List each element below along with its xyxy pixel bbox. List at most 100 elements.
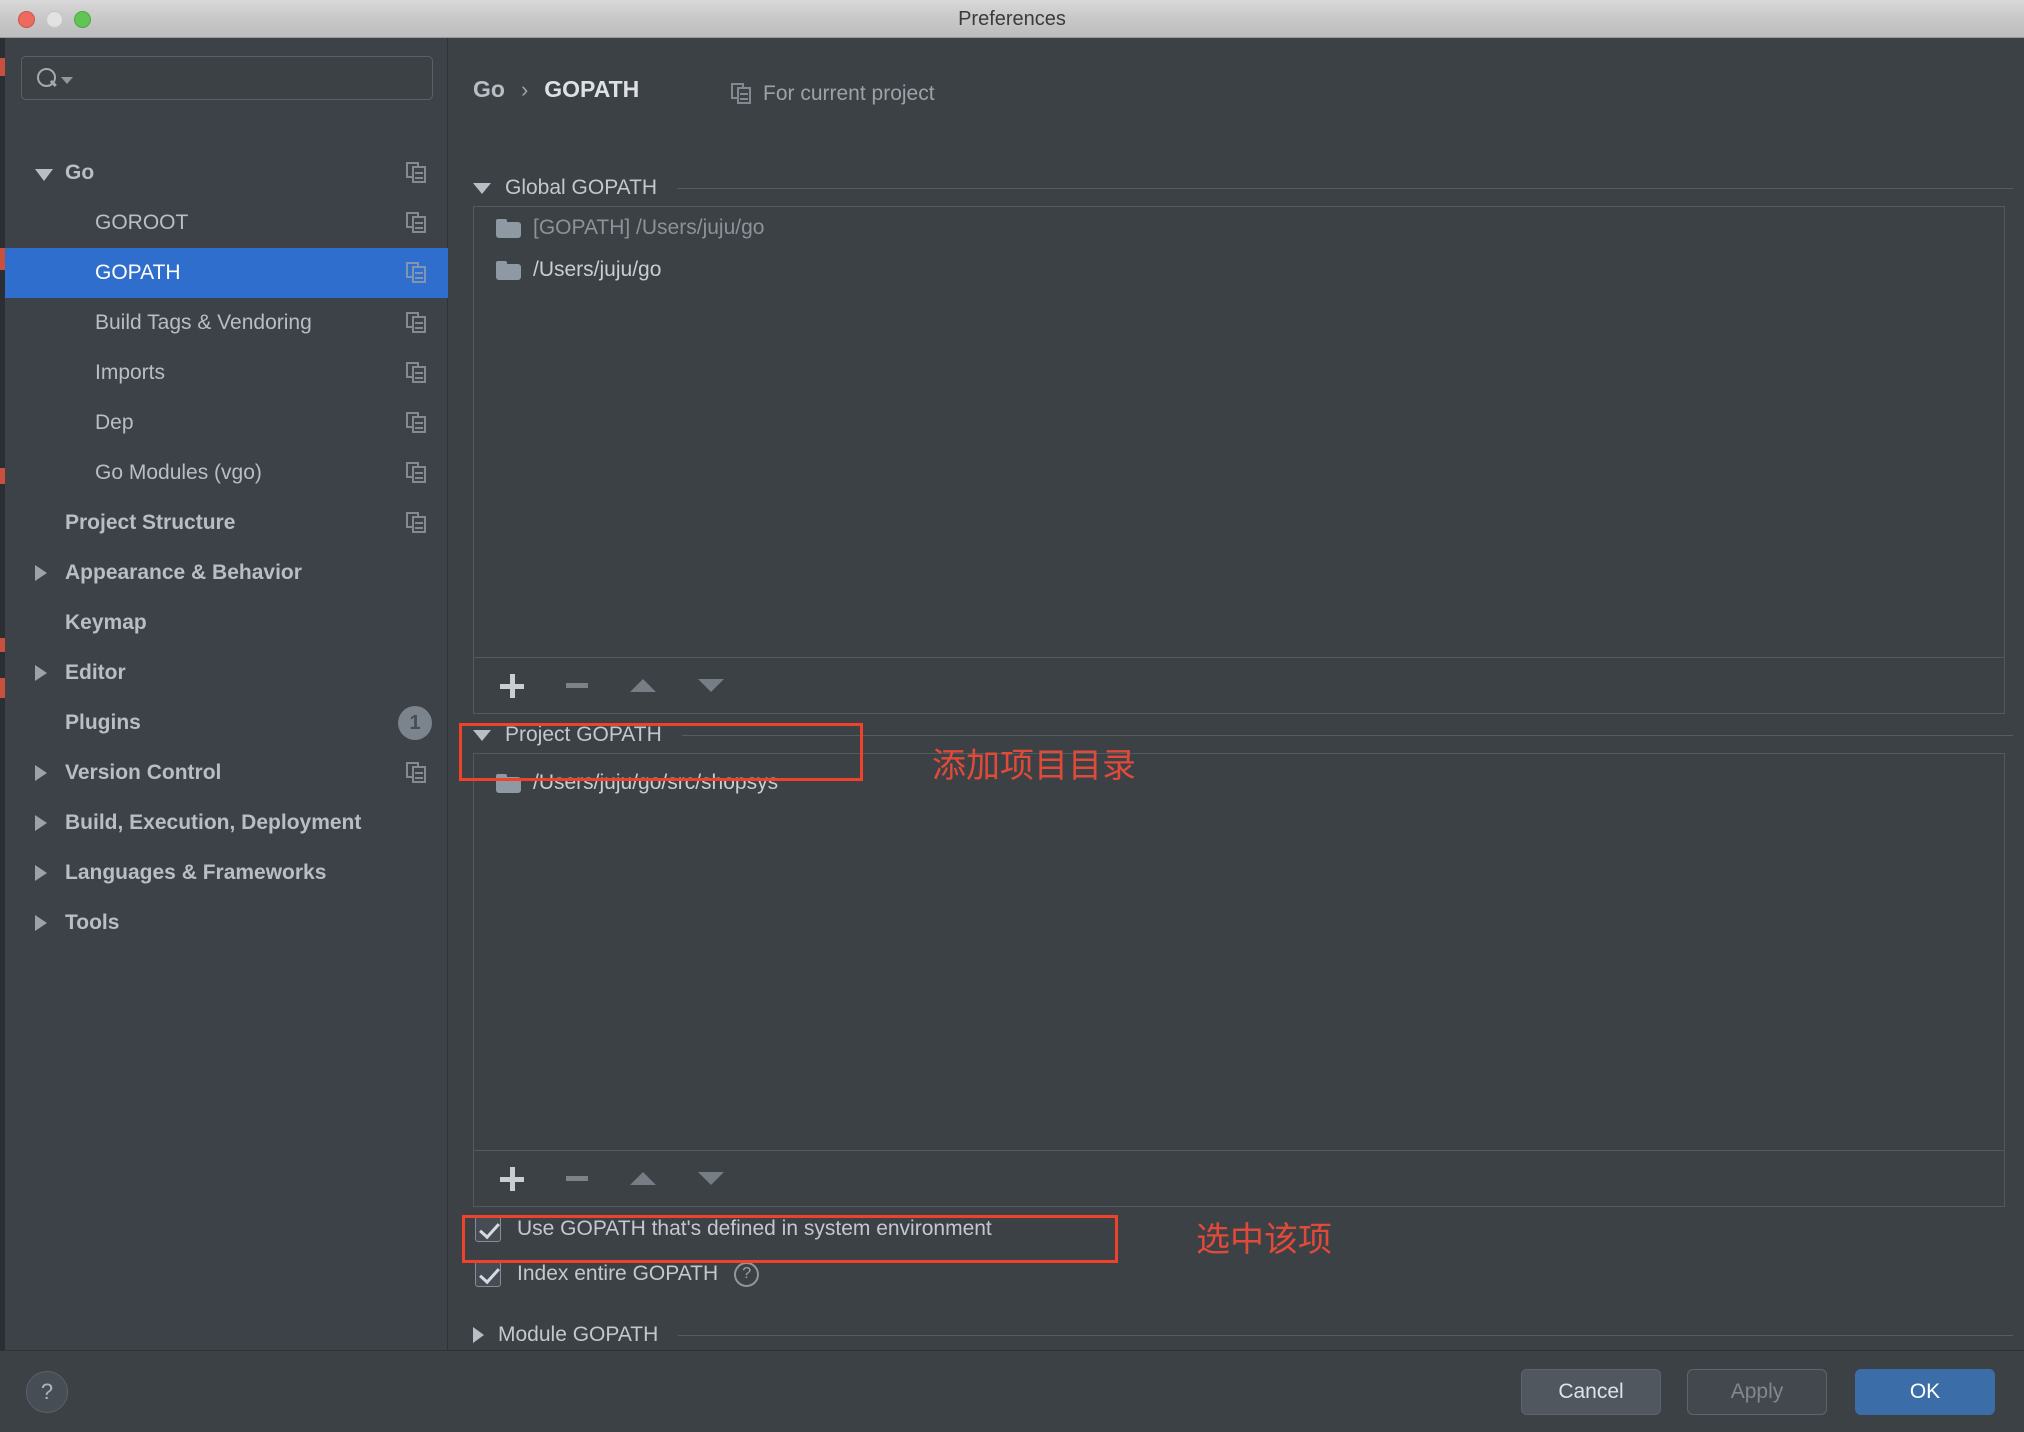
ok-button[interactable]: OK: [1855, 1369, 1995, 1415]
copy-settings-icon[interactable]: [406, 512, 428, 534]
sidebar-item-version-control[interactable]: Version Control: [5, 748, 448, 798]
project-gopath-title: Project GOPATH: [505, 723, 662, 747]
copy-settings-icon[interactable]: [406, 162, 428, 184]
copy-settings-icon[interactable]: [406, 312, 428, 334]
search-field-wrapper: [21, 56, 433, 100]
sidebar-item-label: Build, Execution, Deployment: [5, 811, 361, 835]
chevron-right-icon[interactable]: [35, 915, 47, 931]
search-box[interactable]: [21, 56, 433, 100]
sidebar-item-label: Editor: [5, 661, 126, 685]
search-icon: [36, 67, 58, 89]
chevron-right-icon[interactable]: [35, 865, 47, 881]
list-item[interactable]: /Users/juju/go/src/shopsys: [474, 754, 2004, 812]
apply-button[interactable]: Apply: [1687, 1369, 1827, 1415]
global-gopath-title: Global GOPATH: [505, 176, 657, 200]
sidebar-item-goroot[interactable]: GOROOT: [5, 198, 448, 248]
sidebar-item-go-modules-vgo[interactable]: Go Modules (vgo): [5, 448, 448, 498]
chevron-right-icon[interactable]: [473, 1327, 484, 1343]
move-down-button[interactable]: [698, 679, 724, 692]
list-item[interactable]: /Users/juju/go: [474, 249, 2004, 291]
index-entire-gopath-label: Index entire GOPATH: [517, 1262, 718, 1286]
sidebar-item-languages-frameworks[interactable]: Languages & Frameworks: [5, 848, 448, 898]
module-gopath-title: Module GOPATH: [498, 1323, 658, 1347]
use-system-gopath-checkbox[interactable]: [475, 1216, 501, 1242]
for-current-project-label: For current project: [731, 82, 935, 106]
sidebar-item-label: Go Modules (vgo): [5, 461, 262, 485]
sidebar-item-label: Appearance & Behavior: [5, 561, 302, 585]
project-gopath-toolbar: [473, 1151, 2005, 1207]
sidebar-item-label: Keymap: [5, 611, 147, 635]
copy-settings-icon[interactable]: [406, 362, 428, 384]
sidebar-item-keymap[interactable]: Keymap: [5, 598, 448, 648]
copy-settings-icon[interactable]: [406, 212, 428, 234]
copy-settings-icon[interactable]: [406, 262, 428, 284]
sidebar-item-dep[interactable]: Dep: [5, 398, 448, 448]
sidebar-item-appearance-behavior[interactable]: Appearance & Behavior: [5, 548, 448, 598]
remove-button[interactable]: [566, 1176, 588, 1181]
sidebar-item-label: Build Tags & Vendoring: [5, 311, 312, 335]
copy-settings-icon[interactable]: [406, 762, 428, 784]
sidebar-item-editor[interactable]: Editor: [5, 648, 448, 698]
chevron-down-icon[interactable]: [473, 183, 491, 194]
search-input[interactable]: [76, 68, 432, 89]
sidebar-item-label: GOPATH: [5, 261, 181, 285]
copy-settings-icon[interactable]: [731, 83, 753, 105]
sidebar-item-gopath[interactable]: GOPATH: [5, 248, 448, 298]
chevron-right-icon[interactable]: [35, 765, 47, 781]
sidebar-item-build-execution-deployment[interactable]: Build, Execution, Deployment: [5, 798, 448, 848]
global-gopath-toolbar: [473, 658, 2005, 714]
global-gopath-section-header[interactable]: Global GOPATH: [473, 176, 2013, 200]
index-entire-gopath-checkbox[interactable]: [475, 1261, 501, 1287]
sidebar-item-project-structure[interactable]: Project Structure: [5, 498, 448, 548]
sidebar-item-plugins[interactable]: Plugins1: [5, 698, 448, 748]
chevron-right-icon[interactable]: [35, 665, 47, 681]
list-item[interactable]: [GOPATH] /Users/juju/go: [474, 207, 2004, 249]
remove-button[interactable]: [566, 683, 588, 688]
chevron-right-icon[interactable]: [35, 565, 47, 581]
breadcrumb: Go › GOPATH: [473, 76, 639, 103]
project-gopath-section-header[interactable]: Project GOPATH: [473, 723, 2013, 747]
chevron-down-icon[interactable]: [35, 169, 53, 181]
project-gopath-list[interactable]: /Users/juju/go/src/shopsys: [473, 753, 2005, 1151]
gopath-settings-panel: Go › GOPATH For current project Global G…: [449, 38, 2024, 1350]
list-item-label: [GOPATH] /Users/juju/go: [533, 216, 764, 240]
annotation-select-this-option: 选中该项: [1196, 1212, 1332, 1261]
divider: [682, 735, 2013, 736]
sidebar-item-tools[interactable]: Tools: [5, 898, 448, 948]
sidebar-item-build-tags-vendoring[interactable]: Build Tags & Vendoring: [5, 298, 448, 348]
sidebar-item-label: Languages & Frameworks: [5, 861, 326, 885]
sidebar-item-label: Project Structure: [5, 511, 235, 535]
breadcrumb-parent[interactable]: Go: [473, 76, 505, 103]
move-down-button[interactable]: [698, 1172, 724, 1185]
add-button[interactable]: [500, 1167, 524, 1191]
move-up-button[interactable]: [630, 1172, 656, 1185]
module-gopath-section-header[interactable]: Module GOPATH: [473, 1323, 2013, 1347]
settings-tree: GoGOROOT GOPATH Build Tags & Vendoring Impo…: [5, 148, 448, 948]
sidebar-item-go[interactable]: Go: [5, 148, 448, 198]
sidebar-item-imports[interactable]: Imports: [5, 348, 448, 398]
add-button[interactable]: [500, 674, 524, 698]
folder-icon: [496, 219, 521, 238]
settings-sidebar: GoGOROOT GOPATH Build Tags & Vendoring Impo…: [5, 38, 448, 1350]
sidebar-item-label: Plugins: [5, 711, 141, 735]
chevron-down-icon[interactable]: [61, 77, 73, 84]
breadcrumb-current: GOPATH: [544, 76, 639, 103]
copy-settings-icon[interactable]: [406, 462, 428, 484]
global-gopath-list[interactable]: [GOPATH] /Users/juju/go /Users/juju/go: [473, 206, 2005, 658]
sidebar-item-label: Tools: [5, 911, 119, 935]
move-up-button[interactable]: [630, 679, 656, 692]
annotation-add-project-dir: 添加项目目录: [932, 738, 1136, 787]
copy-settings-icon[interactable]: [406, 412, 428, 434]
title-bar: Preferences: [0, 0, 2024, 38]
chevron-right-icon[interactable]: [35, 815, 47, 831]
use-system-gopath-label: Use GOPATH that's defined in system envi…: [517, 1217, 992, 1241]
index-entire-gopath-row[interactable]: Index entire GOPATH ?: [475, 1261, 759, 1287]
help-button[interactable]: ?: [26, 1371, 68, 1413]
divider: [678, 1335, 2013, 1336]
dialog-footer: ? Cancel Apply OK: [0, 1350, 2024, 1432]
help-icon[interactable]: ?: [734, 1262, 759, 1287]
cancel-button[interactable]: Cancel: [1521, 1369, 1661, 1415]
chevron-down-icon[interactable]: [473, 730, 491, 741]
folder-icon: [496, 774, 521, 793]
use-system-gopath-row[interactable]: Use GOPATH that's defined in system envi…: [475, 1216, 992, 1242]
